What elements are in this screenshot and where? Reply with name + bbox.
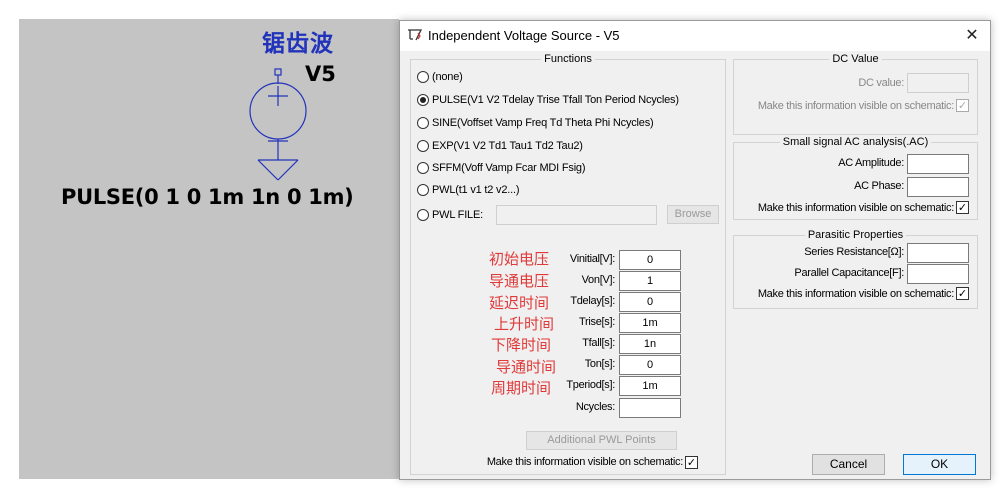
parallel-capacitance-input[interactable] bbox=[907, 264, 969, 284]
radio-button[interactable] bbox=[417, 71, 429, 83]
tperiod-label: Tperiod[s]: bbox=[566, 379, 615, 391]
radio-label: PWL(t1 v1 t2 v2...) bbox=[432, 184, 520, 196]
ac-visible-checkbox[interactable]: ✓ bbox=[956, 201, 969, 214]
radio-pulse[interactable]: PULSE(V1 V2 Tdelay Trise Tfall Ton Perio… bbox=[417, 92, 679, 108]
series-resistance-label: Series Resistance[Ω]: bbox=[804, 246, 904, 258]
radio-sine[interactable]: SINE(Voffset Vamp Freq Td Theta Phi Ncyc… bbox=[417, 115, 654, 131]
dc-visible-label: Make this information visible on schemat… bbox=[757, 100, 954, 112]
dialog-title: Independent Voltage Source - V5 bbox=[428, 28, 620, 43]
dc-value-input[interactable] bbox=[907, 73, 969, 93]
functions-group-title: Functions bbox=[541, 53, 595, 65]
functions-group: Functions (none) PULSE(V1 V2 Tdelay Tris… bbox=[410, 53, 726, 475]
ac-amplitude-input[interactable] bbox=[907, 154, 969, 174]
ac-analysis-group: Small signal AC analysis(.AC) AC Amplitu… bbox=[733, 136, 978, 220]
tfall-label: Tfall[s]: bbox=[582, 337, 615, 349]
tdelay-label: Tdelay[s]: bbox=[570, 295, 615, 307]
radio-button-selected[interactable] bbox=[417, 94, 429, 106]
vinitial-input[interactable]: 0 bbox=[619, 250, 681, 270]
ac-amplitude-label: AC Amplitude: bbox=[838, 157, 904, 169]
radio-label: (none) bbox=[432, 71, 463, 83]
ltspice-app-icon bbox=[408, 29, 423, 41]
vinitial-label: Vinitial[V]: bbox=[569, 253, 615, 265]
radio-label: EXP(V1 V2 Td1 Tau1 Td2 Tau2) bbox=[432, 140, 583, 152]
close-icon[interactable]: ✕ bbox=[960, 24, 984, 48]
radio-label: PULSE(V1 V2 Tdelay Trise Tfall Ton Perio… bbox=[432, 94, 679, 106]
schematic-title: 锯齿波 bbox=[262, 30, 334, 57]
dc-value-label: DC value: bbox=[858, 77, 904, 89]
radio-sffm[interactable]: SFFM(Voff Vamp Fcar MDI Fsig) bbox=[417, 160, 586, 176]
voltage-source-symbol[interactable] bbox=[238, 64, 318, 184]
parallel-capacitance-label: Parallel Capacitance[F]: bbox=[794, 267, 904, 279]
radio-none[interactable]: (none) bbox=[417, 69, 463, 85]
annotation-period-time: 周期时间 bbox=[491, 379, 552, 397]
schematic-canvas[interactable] bbox=[19, 19, 399, 479]
ton-label: Ton[s]: bbox=[584, 358, 616, 370]
annotation-delay-time: 延迟时间 bbox=[489, 294, 550, 312]
annotation-on-time: 导通时间 bbox=[496, 358, 557, 376]
parasitic-group: Parasitic Properties Series Resistance[Ω… bbox=[733, 229, 978, 309]
von-label: Von[V]: bbox=[581, 274, 616, 286]
radio-label: SFFM(Voff Vamp Fcar MDI Fsig) bbox=[432, 162, 586, 174]
ac-phase-label: AC Phase: bbox=[854, 180, 904, 192]
radio-label: SINE(Voffset Vamp Freq Td Theta Phi Ncyc… bbox=[432, 117, 654, 129]
radio-button[interactable] bbox=[417, 184, 429, 196]
parasitic-group-title: Parasitic Properties bbox=[804, 229, 907, 241]
browse-button[interactable]: Browse bbox=[667, 205, 719, 224]
dialog-titlebar[interactable]: Independent Voltage Source - V5 ✕ bbox=[400, 21, 990, 51]
parasitic-visible-label: Make this information visible on schemat… bbox=[757, 288, 954, 300]
annotation-rise-time: 上升时间 bbox=[494, 315, 555, 333]
radio-button[interactable] bbox=[417, 209, 429, 221]
ac-visible-label: Make this information visible on schemat… bbox=[757, 202, 954, 214]
ok-button[interactable]: OK bbox=[903, 454, 976, 475]
dc-visible-checkbox[interactable]: ✓ bbox=[956, 99, 969, 112]
additional-pwl-points-button[interactable]: Additional PWL Points bbox=[526, 431, 677, 450]
parasitic-visible-checkbox[interactable]: ✓ bbox=[956, 287, 969, 300]
ac-analysis-group-title: Small signal AC analysis(.AC) bbox=[779, 136, 932, 148]
radio-button[interactable] bbox=[417, 162, 429, 174]
von-input[interactable]: 1 bbox=[619, 271, 681, 291]
radio-button[interactable] bbox=[417, 140, 429, 152]
ac-phase-input[interactable] bbox=[907, 177, 969, 197]
tfall-input[interactable]: 1n bbox=[619, 334, 681, 354]
cancel-button[interactable]: Cancel bbox=[812, 454, 885, 475]
trise-label: Trise[s]: bbox=[578, 316, 615, 328]
tdelay-input[interactable]: 0 bbox=[619, 292, 681, 312]
pwl-file-input[interactable] bbox=[496, 205, 657, 225]
annotation-initial-voltage: 初始电压 bbox=[489, 250, 550, 268]
radio-exp[interactable]: EXP(V1 V2 Td1 Tau1 Td2 Tau2) bbox=[417, 138, 583, 154]
annotation-fall-time: 下降时间 bbox=[491, 336, 552, 354]
dc-value-group-title: DC Value bbox=[829, 53, 882, 65]
source-value-label[interactable]: PULSE(0 1 0 1m 1n 0 1m) bbox=[61, 185, 354, 209]
radio-pwl[interactable]: PWL(t1 v1 t2 v2...) bbox=[417, 182, 519, 198]
voltage-source-dialog: Independent Voltage Source - V5 ✕ Functi… bbox=[399, 20, 991, 480]
tperiod-input[interactable]: 1m bbox=[619, 376, 681, 396]
functions-visible-checkbox[interactable]: ✓ bbox=[685, 456, 698, 469]
annotation-on-voltage: 导通电压 bbox=[489, 272, 550, 290]
radio-label: PWL FILE: bbox=[432, 209, 483, 221]
trise-input[interactable]: 1m bbox=[619, 313, 681, 333]
ncycles-label: Ncycles: bbox=[575, 401, 615, 413]
functions-visible-label: Make this information visible on schemat… bbox=[486, 456, 683, 468]
series-resistance-input[interactable] bbox=[907, 243, 969, 263]
ncycles-input[interactable] bbox=[619, 398, 681, 418]
dc-value-group: DC Value DC value: Make this information… bbox=[733, 53, 978, 135]
ton-input[interactable]: 0 bbox=[619, 355, 681, 375]
radio-pwl-file[interactable]: PWL FILE: bbox=[417, 207, 483, 223]
radio-button[interactable] bbox=[417, 117, 429, 129]
